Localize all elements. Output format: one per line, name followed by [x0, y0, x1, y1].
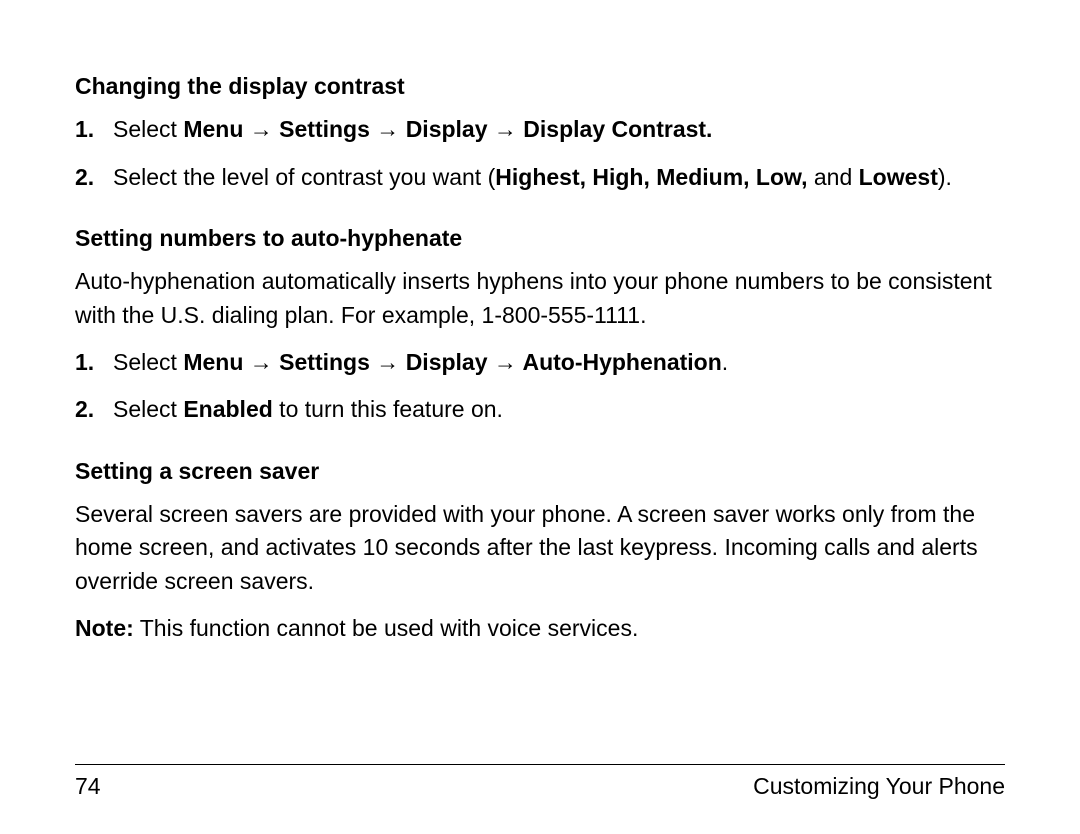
text: . [722, 349, 728, 375]
page-content: Changing the display contrast 1. Select … [75, 70, 1005, 645]
document-title: Customizing Your Phone [753, 773, 1005, 800]
menu-path-item: Settings [279, 116, 370, 142]
text: Select [113, 349, 183, 375]
page-footer: 74 Customizing Your Phone [75, 764, 1005, 800]
step-body: Select Enabled to turn this feature on. [113, 393, 1005, 426]
step-body: Select Menu → Settings → Display → Displ… [113, 113, 1005, 146]
menu-path-item: Display [406, 349, 488, 375]
step-number: 2. [75, 393, 113, 426]
list-item: 1. Select Menu → Settings → Display → Au… [75, 346, 1005, 379]
option-lowest: Lowest [859, 164, 938, 190]
section-heading-contrast: Changing the display contrast [75, 70, 1005, 103]
step-number: 2. [75, 161, 113, 194]
step-number: 1. [75, 346, 113, 379]
note-paragraph: Note: This function cannot be used with … [75, 612, 1005, 645]
arrow-icon: → [243, 349, 279, 375]
arrow-icon: → [488, 116, 524, 142]
menu-path-item: Display Contrast. [523, 116, 712, 142]
list-item: 2. Select Enabled to turn this feature o… [75, 393, 1005, 426]
text: to turn this feature on. [273, 396, 503, 422]
arrow-icon: → [243, 116, 279, 142]
note-text: This function cannot be used with voice … [134, 615, 639, 641]
option-enabled: Enabled [183, 396, 272, 422]
arrow-icon: → [488, 349, 523, 375]
text: Select the level of contrast you want ( [113, 164, 495, 190]
step-body: Select the level of contrast you want (H… [113, 161, 1005, 194]
menu-path-item: Settings [279, 349, 370, 375]
option-list: Highest, High, Medium, Low, [495, 164, 814, 190]
paragraph: Several screen savers are provided with … [75, 498, 1005, 598]
step-number: 1. [75, 113, 113, 146]
list-item: 1. Select Menu → Settings → Display → Di… [75, 113, 1005, 146]
menu-path-item: Display [406, 116, 488, 142]
menu-path-item: Menu [183, 116, 243, 142]
arrow-icon: → [370, 116, 406, 142]
menu-path-item: Menu [183, 349, 243, 375]
section-heading-hyphenate: Setting numbers to auto-hyphenate [75, 222, 1005, 255]
arrow-icon: → [370, 349, 406, 375]
page-number: 74 [75, 773, 101, 800]
text: Select [113, 396, 183, 422]
section-heading-screensaver: Setting a screen saver [75, 455, 1005, 488]
list-item: 2. Select the level of contrast you want… [75, 161, 1005, 194]
text: ). [938, 164, 952, 190]
paragraph: Auto-hyphenation automatically inserts h… [75, 265, 1005, 332]
menu-path-item: Auto-Hyphenation [522, 349, 721, 375]
text: and [814, 164, 859, 190]
note-label: Note: [75, 615, 134, 641]
step-body: Select Menu → Settings → Display → Auto-… [113, 346, 1005, 379]
text: Select [113, 116, 183, 142]
